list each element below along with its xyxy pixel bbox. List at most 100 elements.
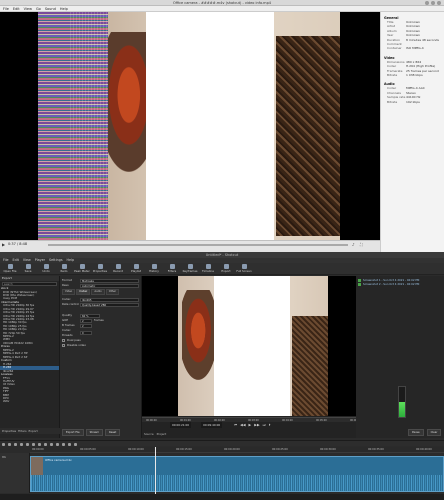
volume-icon[interactable]: ♪ bbox=[352, 242, 355, 247]
track-header[interactable]: V1 bbox=[0, 453, 30, 493]
timeline-clip[interactable]: Office camera.m4v bbox=[30, 456, 444, 492]
export-button[interactable]: Export bbox=[218, 263, 234, 275]
reset-button[interactable]: Reset bbox=[105, 429, 121, 436]
disable-video-row[interactable]: Disable video bbox=[62, 343, 139, 348]
video-frame[interactable] bbox=[0, 12, 380, 240]
export-properties-panel: Format Matroska Reso Automatic Video Codec… bbox=[60, 276, 142, 438]
tool-label: Open File bbox=[3, 269, 17, 273]
rate-control-select[interactable]: Quality-based VBR bbox=[80, 302, 139, 307]
lift-icon[interactable] bbox=[38, 442, 41, 446]
append-icon[interactable] bbox=[26, 442, 29, 446]
play-icon[interactable]: ▶ bbox=[2, 242, 5, 247]
format-select[interactable]: Matroska bbox=[80, 278, 139, 283]
threads-spinbox[interactable]: 0 bbox=[80, 331, 92, 335]
paste-icon[interactable] bbox=[20, 442, 23, 446]
history-button[interactable]: History bbox=[146, 263, 162, 275]
menu-icon[interactable] bbox=[2, 442, 5, 446]
player-video[interactable] bbox=[142, 276, 356, 416]
left-panel-tabs: Properties Filters Export bbox=[0, 428, 60, 434]
fullscreen-button[interactable]: Full Screen bbox=[236, 263, 252, 275]
clip-thumbnail bbox=[31, 457, 43, 477]
minimize-icon[interactable] bbox=[425, 1, 429, 5]
skip-next-icon[interactable]: ⏭ bbox=[263, 422, 266, 428]
preset-item[interactable]: WAV bbox=[0, 400, 59, 403]
tab-project[interactable]: Project bbox=[157, 431, 167, 437]
menu-view[interactable]: View bbox=[24, 6, 32, 11]
timeline-toolbar bbox=[0, 440, 444, 446]
export-file-button[interactable]: Export File bbox=[62, 429, 84, 436]
job-item[interactable]: Screenshot 2 - Sun Oct 4 2021 - 02:02 PM bbox=[358, 282, 442, 286]
player-tabs: Source Project bbox=[144, 431, 166, 437]
stream-button[interactable]: Stream bbox=[85, 429, 104, 436]
presets-header: Export bbox=[0, 276, 59, 281]
skip-previous-icon[interactable]: ⏮ bbox=[234, 422, 237, 428]
tab-source[interactable]: Source bbox=[144, 431, 154, 437]
cut-icon[interactable] bbox=[8, 442, 11, 446]
recent-button[interactable]: Recent bbox=[110, 263, 126, 275]
filters-button[interactable]: Filters bbox=[164, 263, 180, 275]
open-file-button[interactable]: Open File bbox=[2, 263, 18, 275]
zoom-out-icon[interactable] bbox=[68, 442, 71, 446]
presets-search-input[interactable]: search bbox=[2, 282, 57, 286]
quality-spinbox[interactable]: 60 % bbox=[80, 313, 100, 318]
ripple-icon[interactable] bbox=[62, 442, 65, 446]
split-icon[interactable] bbox=[50, 442, 53, 446]
tab-other[interactable]: Other bbox=[105, 289, 120, 295]
tab-video[interactable]: Video bbox=[62, 289, 76, 295]
checkbox-icon[interactable] bbox=[62, 339, 65, 342]
resolution-select[interactable]: Automatic bbox=[80, 283, 139, 288]
media-controls-bar: ▶ 0:37 / 8:48 ♪ ⛶ bbox=[0, 240, 380, 252]
peak-meter-button[interactable]: Peak Meter bbox=[74, 263, 90, 275]
snap-icon[interactable] bbox=[56, 442, 59, 446]
menu-help[interactable]: Help bbox=[60, 6, 68, 11]
shotcut-window: Untitled* - Shotcut File Edit View Playe… bbox=[0, 252, 444, 500]
tool-label: Peak Meter bbox=[74, 269, 90, 273]
menu-edit[interactable]: Edit bbox=[13, 6, 20, 11]
bframes-spinbox[interactable]: 2 bbox=[80, 323, 92, 328]
gop-spinbox[interactable]: 2 bbox=[80, 318, 92, 323]
tab-codec[interactable]: Codec bbox=[76, 289, 91, 295]
seek-bar[interactable] bbox=[48, 244, 348, 246]
overwrite-icon[interactable] bbox=[44, 442, 47, 446]
timeline-tick-label: 00:00:00 bbox=[32, 448, 44, 451]
fullscreen-icon[interactable]: ⛶ bbox=[360, 242, 363, 247]
tab-properties[interactable]: Properties bbox=[2, 428, 16, 434]
menu-file[interactable]: File bbox=[3, 6, 9, 11]
shotcut-toolbar: Open File Save Undo Redo Peak Meter Prop… bbox=[0, 263, 444, 275]
pause-button[interactable]: Pause bbox=[408, 429, 424, 436]
playhead[interactable] bbox=[155, 447, 156, 495]
threads-row: Codec threads 0 bbox=[62, 328, 139, 338]
menu-go[interactable]: Go bbox=[36, 6, 41, 11]
tab-export[interactable]: Export bbox=[29, 428, 38, 434]
keyframes-button[interactable]: Keyframes bbox=[182, 263, 198, 275]
properties-button[interactable]: Properties bbox=[92, 263, 108, 275]
timeline-button[interactable]: Timeline bbox=[200, 263, 216, 275]
tool-label: Save bbox=[24, 269, 32, 273]
fast-forward-icon[interactable]: ▶▶ bbox=[254, 422, 259, 428]
copy-icon[interactable] bbox=[14, 442, 17, 446]
timeline-tick-label: 00:00:40:00 bbox=[416, 448, 432, 451]
timeline-ruler[interactable]: 00:00:00 00:00:05:00 00:00:10:00 00:00:15:0… bbox=[30, 447, 444, 453]
checkbox-icon[interactable] bbox=[62, 344, 65, 347]
zoom-in-icon[interactable] bbox=[74, 442, 77, 446]
tool-label: Redo bbox=[60, 269, 68, 273]
save-button[interactable]: Save bbox=[20, 263, 36, 275]
undo-button[interactable]: Undo bbox=[38, 263, 54, 275]
clear-button[interactable]: Clear bbox=[426, 429, 442, 436]
media-player-window: Office camera - #####.m4v (shotcut) - vi… bbox=[0, 0, 444, 252]
menu-sound[interactable]: Sound bbox=[45, 6, 56, 11]
tab-audio[interactable]: Audio bbox=[91, 289, 105, 295]
pause-icon[interactable]: ⏵ bbox=[269, 422, 271, 428]
remove-icon[interactable] bbox=[32, 442, 35, 446]
rewind-icon[interactable]: ◀◀ bbox=[240, 422, 245, 428]
jobs-list: Screenshot 1 - Sun Oct 4 2021 - 02:02 PM… bbox=[358, 278, 442, 286]
redo-button[interactable]: Redo bbox=[56, 263, 72, 275]
tab-filters[interactable]: Filters bbox=[18, 428, 26, 434]
playlist-button[interactable]: Playlist bbox=[128, 263, 144, 275]
close-icon[interactable] bbox=[437, 1, 441, 5]
maximize-icon[interactable] bbox=[431, 1, 435, 5]
white-panel bbox=[214, 276, 290, 416]
timecode-position[interactable]: 00:00:21:00 bbox=[170, 422, 192, 428]
codec-select[interactable]: libx265 bbox=[80, 297, 139, 302]
play-icon[interactable]: ▶ bbox=[249, 422, 252, 428]
